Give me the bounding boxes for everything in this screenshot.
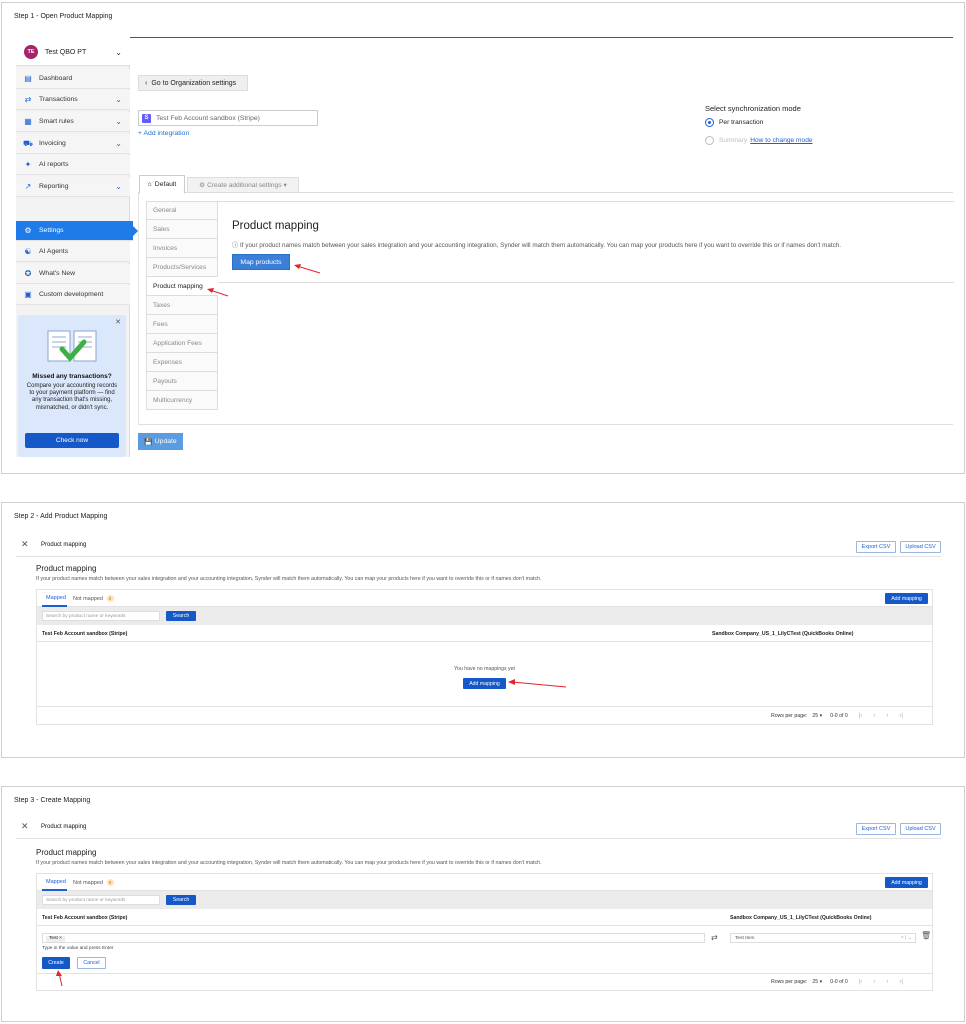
annotation-arrow-create bbox=[56, 970, 63, 987]
step2-panel: Step 2 - Add Product Mapping ✕ Product m… bbox=[1, 502, 965, 758]
annotation-arrow-map-products bbox=[207, 264, 321, 297]
step3-panel: Step 3 - Create Mapping ✕ Product mappin… bbox=[1, 786, 965, 1022]
step1-panel: Step 1 - Open Product Mapping TE Test QB… bbox=[1, 2, 965, 474]
annotation-arrow-add-mapping bbox=[508, 679, 567, 688]
